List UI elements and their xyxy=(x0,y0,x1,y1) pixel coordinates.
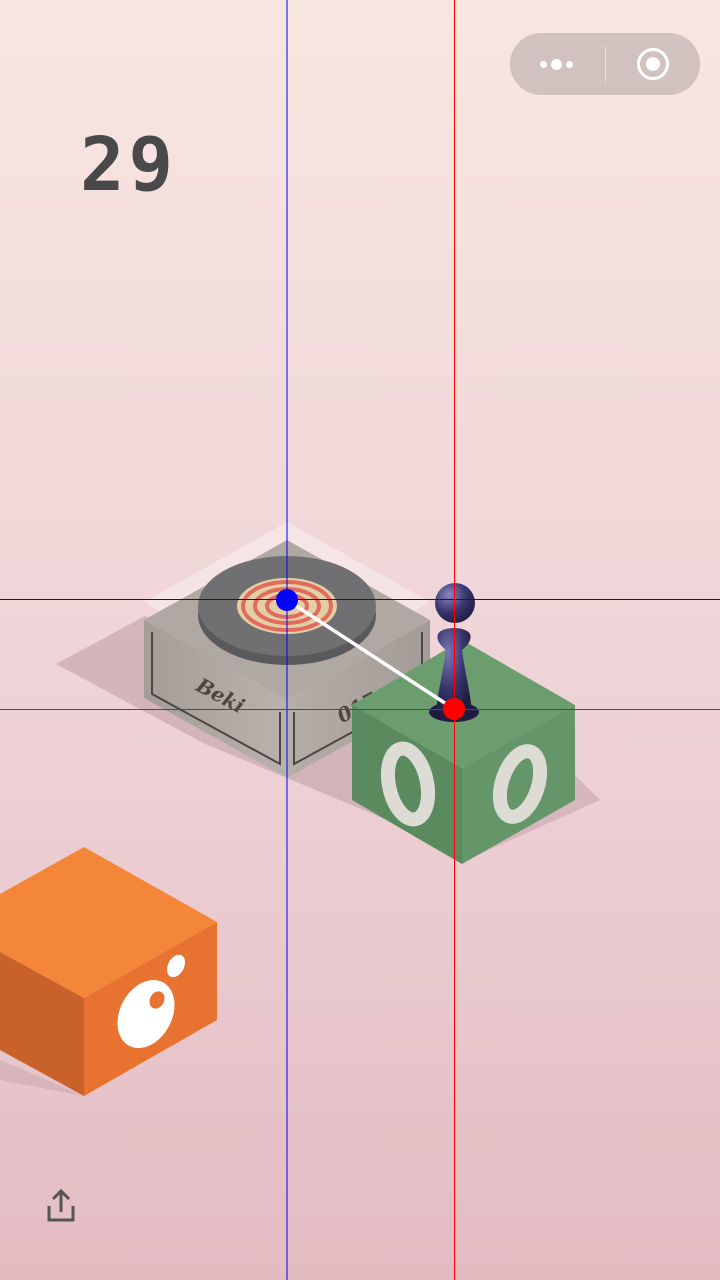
more-dots-icon[interactable] xyxy=(534,49,584,79)
blue-target-marker xyxy=(276,589,298,611)
score-counter: 29 xyxy=(80,122,178,208)
target-close-icon[interactable] xyxy=(637,48,669,80)
share-icon[interactable] xyxy=(44,1188,78,1224)
red-player-marker xyxy=(443,698,465,720)
capsule-divider xyxy=(605,46,606,82)
orange-cube-platform xyxy=(0,847,217,1096)
mini-program-capsule xyxy=(510,33,700,95)
